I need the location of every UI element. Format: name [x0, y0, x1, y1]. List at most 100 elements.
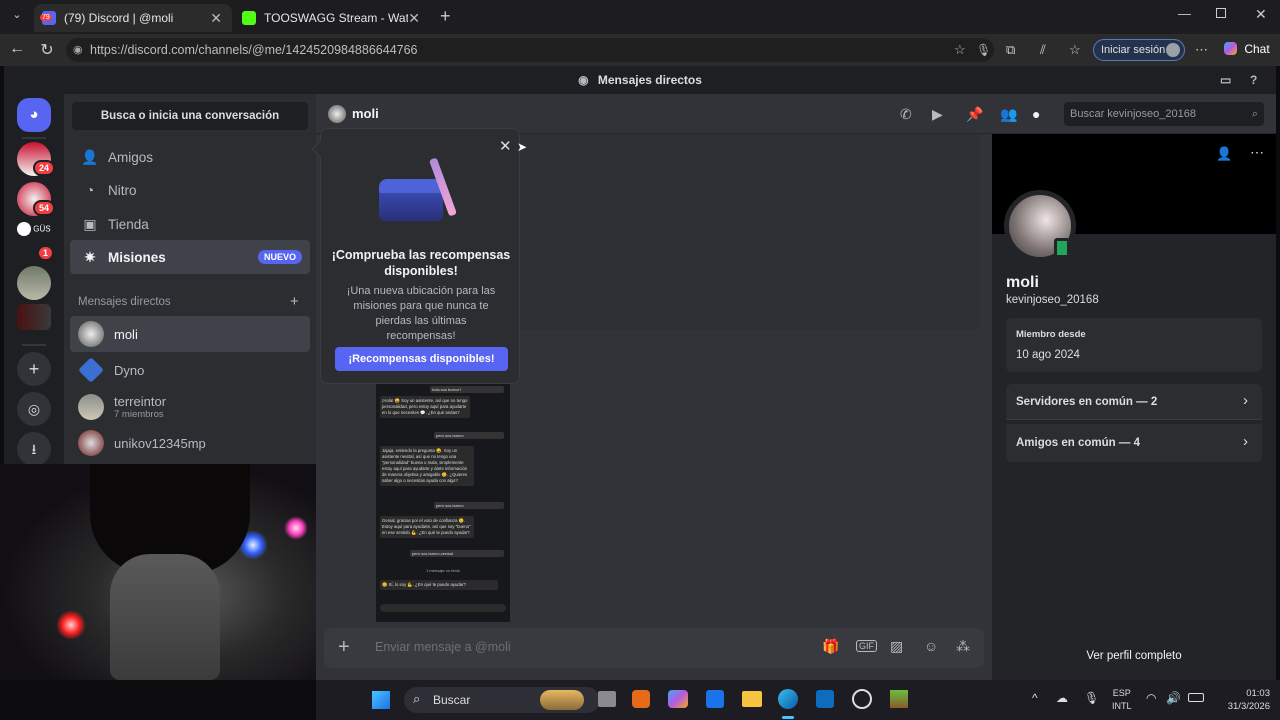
chat-title: moli: [352, 106, 379, 121]
create-dm-icon[interactable]: +: [290, 293, 299, 310]
inbox-icon[interactable]: ▭: [1220, 66, 1231, 94]
avatar: [78, 357, 104, 383]
add-friends-to-dm-icon[interactable]: 👥: [1000, 106, 1017, 123]
member-since-date: 10 ago 2024: [1016, 349, 1080, 361]
store-icon[interactable]: [706, 690, 724, 708]
screenshot-msg: Genial, gracias por el voto de confianza…: [380, 516, 474, 538]
attach-plus-icon[interactable]: +: [338, 636, 350, 659]
mutual-friends-label: Amigos en común — 4: [1016, 437, 1140, 449]
pinned-messages-icon[interactable]: 📌: [966, 106, 983, 123]
dm-group-text: terreintor 7 miembros: [114, 394, 166, 420]
server-icon-3[interactable]: [17, 266, 51, 300]
view-full-profile-link[interactable]: Ver perfil completo: [992, 650, 1276, 662]
emoji-icon[interactable]: ☺: [924, 638, 938, 654]
edge-icon[interactable]: [778, 689, 798, 709]
extensions-icon[interactable]: ⧉: [1006, 42, 1015, 58]
sidebar-item-nitro[interactable]: ◔ Nitro: [70, 173, 310, 207]
add-friend-icon[interactable]: 👤: [1216, 146, 1232, 162]
minecraft-icon[interactable]: [890, 690, 908, 708]
screenshot-msg: 😊 Sí, lo soy 💪. ¿En qué te puedo ayudar?: [380, 580, 498, 590]
add-server-button[interactable]: +: [17, 352, 51, 386]
image-attachment[interactable]: hola sos bueno? ¡Hola! 😄 Soy un asistent…: [376, 382, 510, 622]
voice-call-icon[interactable]: ✆: [900, 106, 912, 123]
sidebar-item-misiones[interactable]: ✷ Misiones NUEVO: [70, 240, 310, 274]
signin-button[interactable]: Iniciar sesión: [1093, 39, 1185, 61]
close-tab-icon[interactable]: ✕: [210, 10, 222, 27]
tray-chevron-icon[interactable]: ^: [1032, 691, 1038, 705]
split-screen-icon[interactable]: ⫽: [1040, 42, 1046, 58]
message-input[interactable]: Enviar mensaje a @moli: [375, 640, 511, 654]
rewards-button[interactable]: ¡Recompensas disponibles!: [335, 347, 508, 371]
video-call-icon[interactable]: ▶: [932, 106, 943, 123]
microphone-icon[interactable]: 🎙: [976, 38, 991, 62]
taskbar-search-box[interactable]: ⌕ Buscar: [404, 687, 600, 713]
sidebar-item-amigos[interactable]: 👤 Amigos: [70, 140, 310, 174]
tray-cloud-icon[interactable]: ☁: [1056, 691, 1068, 705]
tray-mic-icon[interactable]: 🎙: [1084, 691, 1099, 705]
screenshot-divider: 1 mensaje no leído: [426, 568, 460, 573]
dm-name: terreintor: [114, 394, 167, 409]
minimize-icon[interactable]: —: [1178, 6, 1191, 21]
wifi-icon[interactable]: ◠: [1146, 691, 1156, 705]
search-highlight-icon: [540, 690, 584, 710]
user-profile-icon[interactable]: ●: [1032, 106, 1040, 122]
copilot-icon: [1224, 42, 1237, 55]
more-options-icon[interactable]: ⋯: [1195, 42, 1208, 58]
webcam-face: [110, 554, 220, 680]
conversation-search-button[interactable]: Busca o inicia una conversación: [72, 102, 308, 130]
favorites-icon[interactable]: ☆: [1069, 42, 1081, 58]
lang-top: ESP: [1112, 688, 1131, 698]
avatar: [328, 105, 346, 123]
outlook-icon[interactable]: [816, 690, 834, 708]
new-tab-icon[interactable]: +: [440, 6, 451, 27]
sidebar-item-tienda[interactable]: ▣ Tienda: [70, 207, 310, 241]
favorite-star-icon[interactable]: ☆: [954, 38, 966, 62]
battery-icon[interactable]: [1188, 693, 1204, 702]
maximize-icon[interactable]: [1216, 8, 1226, 18]
back-arrow-icon[interactable]: ←: [7, 40, 27, 58]
tab-discord[interactable]: 79 (79) Discord | @moli ✕: [34, 4, 232, 32]
task-view-icon[interactable]: [598, 691, 616, 707]
member-since-card: Miembro desde 10 ago 2024: [1006, 318, 1262, 372]
server-folder[interactable]: GÜS: [17, 222, 51, 242]
mutual-servers-row[interactable]: Servidores en común — 2 ›: [1006, 384, 1262, 420]
avatar: [78, 321, 104, 347]
address-bar[interactable]: ◉ https://discord.com/channels/@me/14245…: [66, 38, 994, 62]
dm-item-dyno[interactable]: Dyno: [70, 352, 310, 388]
mobile-status-icon: [1054, 238, 1070, 258]
copilot-app-icon[interactable]: [668, 690, 688, 708]
chatgpt-icon[interactable]: [852, 689, 872, 709]
language-indicator[interactable]: ESP INTL: [1112, 687, 1132, 713]
close-tab-icon[interactable]: ✕: [408, 10, 420, 27]
tab-actions-chevron-icon[interactable]: ⌄: [8, 8, 26, 26]
file-explorer-icon[interactable]: [742, 691, 762, 707]
sticker-icon[interactable]: ▨: [890, 638, 903, 655]
volume-icon[interactable]: 🔊: [1166, 691, 1181, 705]
dm-name: unikov12345mp: [114, 435, 206, 451]
help-icon[interactable]: ?: [1250, 66, 1257, 94]
mutual-friends-row[interactable]: Amigos en común — 4 ›: [1006, 424, 1262, 462]
server-folder-icon: [17, 222, 31, 236]
chat-label: Chat: [1244, 42, 1270, 56]
dm-item-terreintor[interactable]: terreintor 7 miembros: [70, 388, 310, 426]
dm-item-unikov[interactable]: unikov12345mp: [70, 425, 310, 461]
close-icon[interactable]: ✕: [499, 137, 512, 155]
download-apps-button[interactable]: ⭳: [17, 432, 51, 466]
gif-icon[interactable]: GIF: [856, 640, 877, 652]
explore-servers-button[interactable]: ◎: [17, 392, 51, 426]
server-icon-4[interactable]: [17, 304, 51, 330]
start-windows-icon[interactable]: [372, 691, 390, 709]
gift-icon[interactable]: 🎁: [822, 638, 839, 655]
clock[interactable]: 01:03 31/3/2026: [1216, 687, 1270, 713]
window-close-icon[interactable]: ✕: [1255, 6, 1267, 23]
profile-avatar-icon: [1166, 43, 1180, 57]
fl-studio-icon[interactable]: [632, 690, 650, 708]
tab-kick-stream[interactable]: TOOSWAGG Stream - Watch Live o ✕: [234, 4, 430, 32]
copilot-chat-button[interactable]: Chat: [1224, 42, 1270, 56]
chat-search-input[interactable]: Buscar kevinjoseo_20168 ⌕: [1064, 102, 1264, 126]
apps-icon[interactable]: ⁂: [956, 638, 970, 655]
more-options-icon[interactable]: ⋯: [1250, 144, 1264, 161]
home-discord-button[interactable]: ◕: [17, 98, 51, 132]
dm-item-moli[interactable]: moli: [70, 316, 310, 352]
reload-icon[interactable]: ↻: [37, 40, 57, 60]
